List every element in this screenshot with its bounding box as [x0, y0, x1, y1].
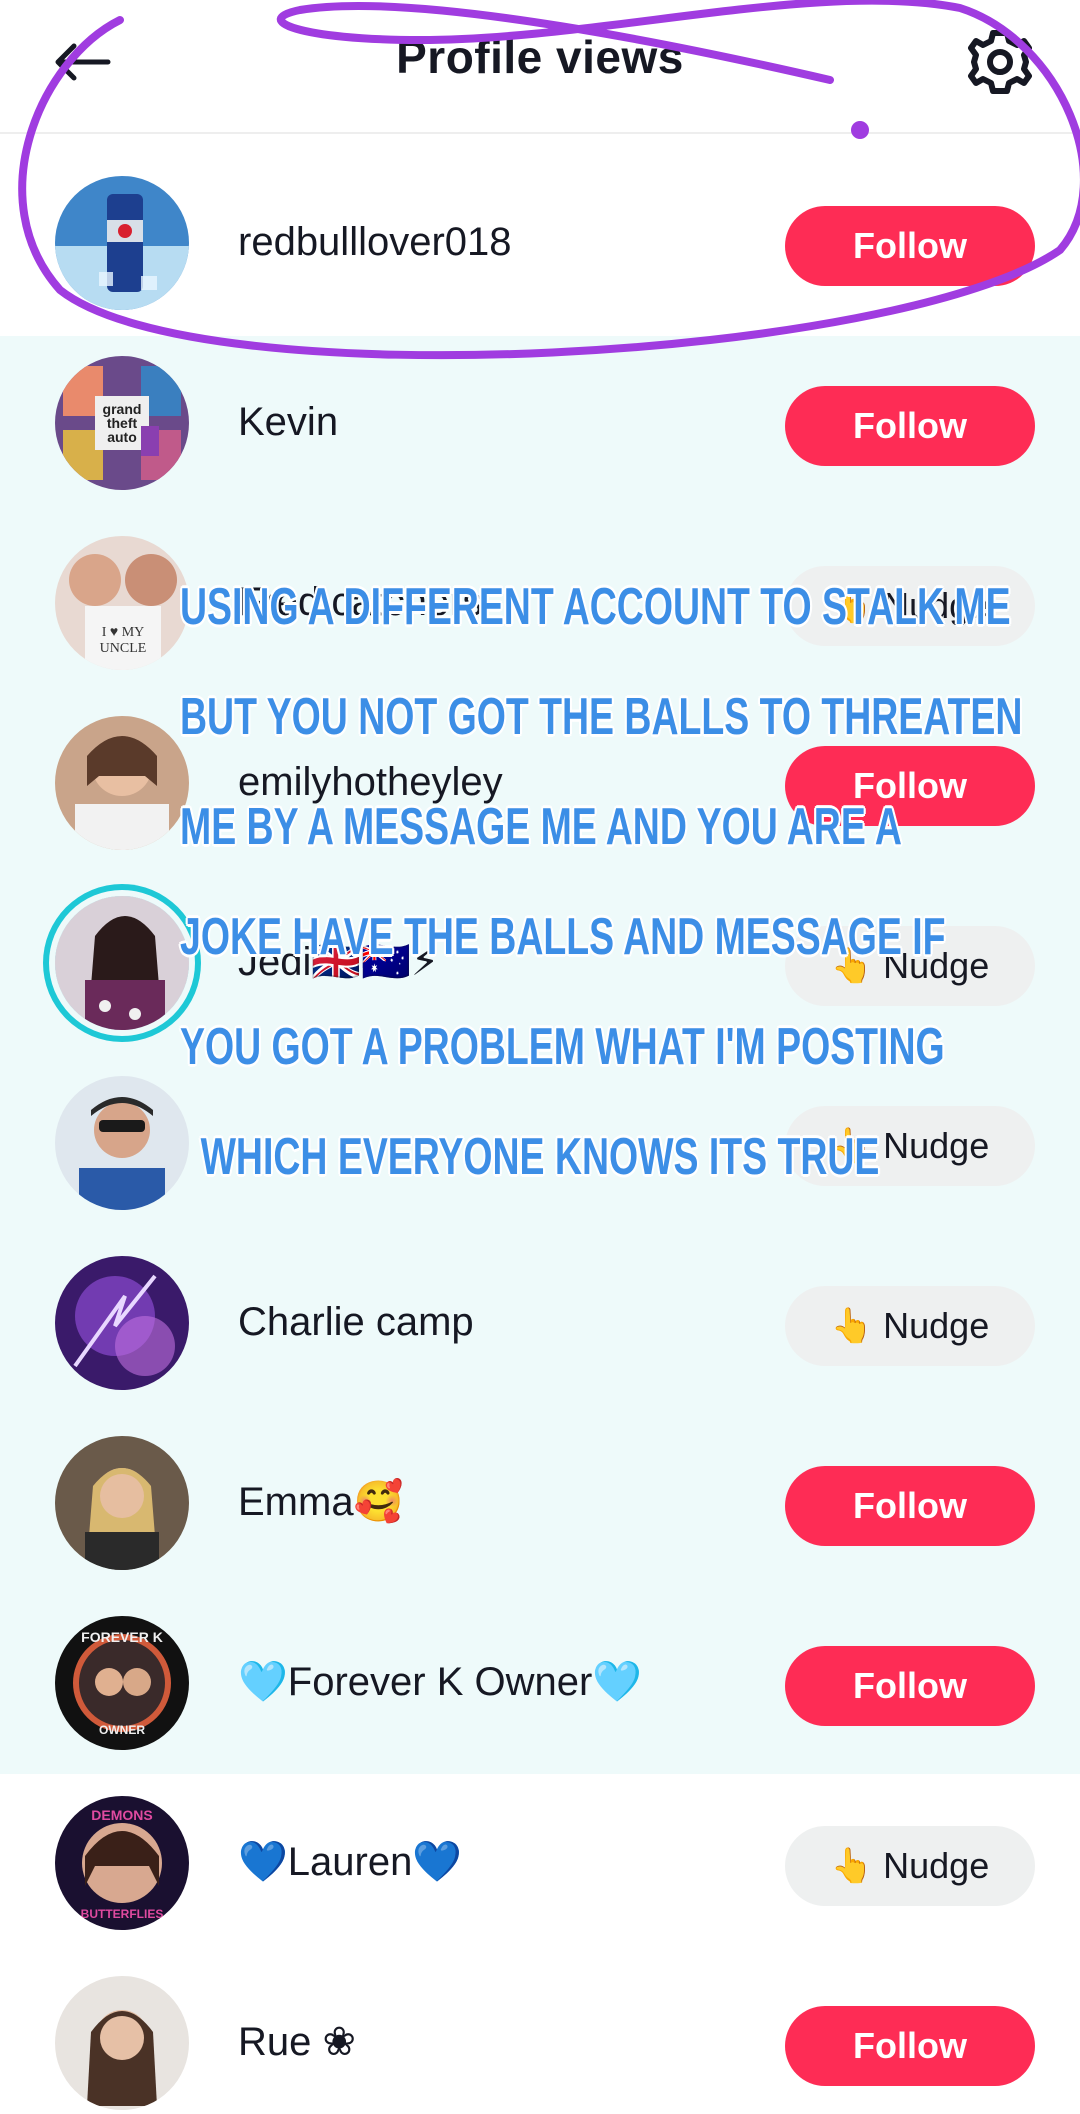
svg-text:auto: auto [107, 429, 137, 445]
follow-button[interactable]: Follow [785, 1646, 1035, 1726]
settings-button[interactable] [960, 22, 1040, 102]
list-item[interactable]: 👆 Nudge [0, 1034, 1080, 1214]
pointing-hand-icon: 👆 [830, 587, 874, 625]
header-bar: Profile views [0, 0, 1080, 134]
avatar[interactable] [55, 716, 189, 850]
list-item[interactable]: redbulllover018 Follow [0, 134, 1080, 314]
nudge-label: Nudge [883, 585, 990, 626]
follow-button[interactable]: Follow [785, 386, 1035, 466]
username[interactable]: Rue ❀ [238, 2018, 356, 2066]
nudge-button[interactable]: 👆 Nudge [785, 566, 1035, 646]
nudge-label: Nudge [883, 1845, 990, 1886]
avatar[interactable] [55, 1256, 189, 1390]
avatar[interactable] [55, 1436, 189, 1570]
svg-text:I ♥ MY: I ♥ MY [102, 625, 145, 640]
username[interactable]: 💙Lauren💙 [238, 1838, 462, 1886]
username[interactable]: Emma🥰 [238, 1478, 403, 1526]
follow-button[interactable]: Follow [785, 746, 1035, 826]
pointing-hand-icon: 👆 [830, 1307, 874, 1345]
list-item[interactable]: Jedi🇬🇧🇦🇺⚡ 👆 Nudge [0, 854, 1080, 1034]
list-item[interactable]: DEMONS BUTTERFLIES 💙Lauren💙 👆 Nudge [0, 1754, 1080, 1934]
username[interactable]: emilyhotheyley [238, 758, 503, 806]
avatar[interactable]: FOREVER K OWNER [55, 1616, 189, 1750]
nudge-label: Nudge [883, 945, 990, 986]
list-item[interactable]: Charlie camp 👆 Nudge [0, 1214, 1080, 1394]
nudge-button[interactable]: 👆 Nudge [785, 926, 1035, 1006]
nudge-label: Nudge [883, 1305, 990, 1346]
pointing-hand-icon: 👆 [830, 947, 874, 985]
username[interactable]: 🩵Forever K Owner🩵 [238, 1658, 642, 1706]
nudge-button[interactable]: 👆 Nudge [785, 1826, 1035, 1906]
nudge-label: Nudge [883, 1125, 990, 1166]
list-item[interactable]: I ♥ MY UNCLE Fred catchers 👆 Nudge [0, 494, 1080, 674]
list-item[interactable]: grand theft auto Kevin Follow [0, 314, 1080, 494]
avatar[interactable] [55, 1076, 189, 1210]
avatar[interactable]: grand theft auto [55, 356, 189, 490]
username[interactable]: Jedi🇬🇧🇦🇺⚡ [238, 938, 439, 986]
list-item[interactable]: Rue ❀ Follow [0, 1934, 1080, 2114]
svg-text:UNCLE: UNCLE [100, 641, 147, 656]
username[interactable]: redbulllover018 [238, 218, 512, 266]
avatar[interactable]: I ♥ MY UNCLE [55, 536, 189, 670]
nudge-button[interactable]: 👆 Nudge [785, 1286, 1035, 1366]
nudge-button[interactable]: 👆 Nudge [785, 1106, 1035, 1186]
avatar[interactable] [55, 176, 189, 310]
gear-icon [968, 30, 1032, 94]
list-item[interactable]: FOREVER K OWNER 🩵Forever K Owner🩵 Follow [0, 1574, 1080, 1754]
svg-text:FOREVER K: FOREVER K [81, 1629, 163, 1645]
follow-button[interactable]: Follow [785, 206, 1035, 286]
username[interactable]: Kevin [238, 398, 338, 446]
avatar[interactable] [55, 896, 189, 1030]
avatar[interactable]: DEMONS BUTTERFLIES [55, 1796, 189, 1930]
svg-text:OWNER: OWNER [99, 1723, 145, 1737]
avatar[interactable] [55, 1976, 189, 2110]
svg-text:BUTTERFLIES: BUTTERFLIES [81, 1907, 164, 1921]
follow-button[interactable]: Follow [785, 1466, 1035, 1546]
list-item[interactable]: emilyhotheyley Follow [0, 674, 1080, 854]
list-item[interactable]: Emma🥰 Follow [0, 1394, 1080, 1574]
pointing-hand-icon: 👆 [830, 1847, 874, 1885]
username[interactable]: Charlie camp [238, 1298, 474, 1346]
pointing-hand-icon: 👆 [830, 1127, 874, 1165]
profile-views-list: redbulllover018 Follow grand theft auto … [0, 134, 1080, 2114]
svg-text:DEMONS: DEMONS [91, 1807, 152, 1823]
username[interactable]: Fred catchers [238, 578, 483, 626]
page-title: Profile views [396, 31, 684, 83]
follow-button[interactable]: Follow [785, 2006, 1035, 2086]
